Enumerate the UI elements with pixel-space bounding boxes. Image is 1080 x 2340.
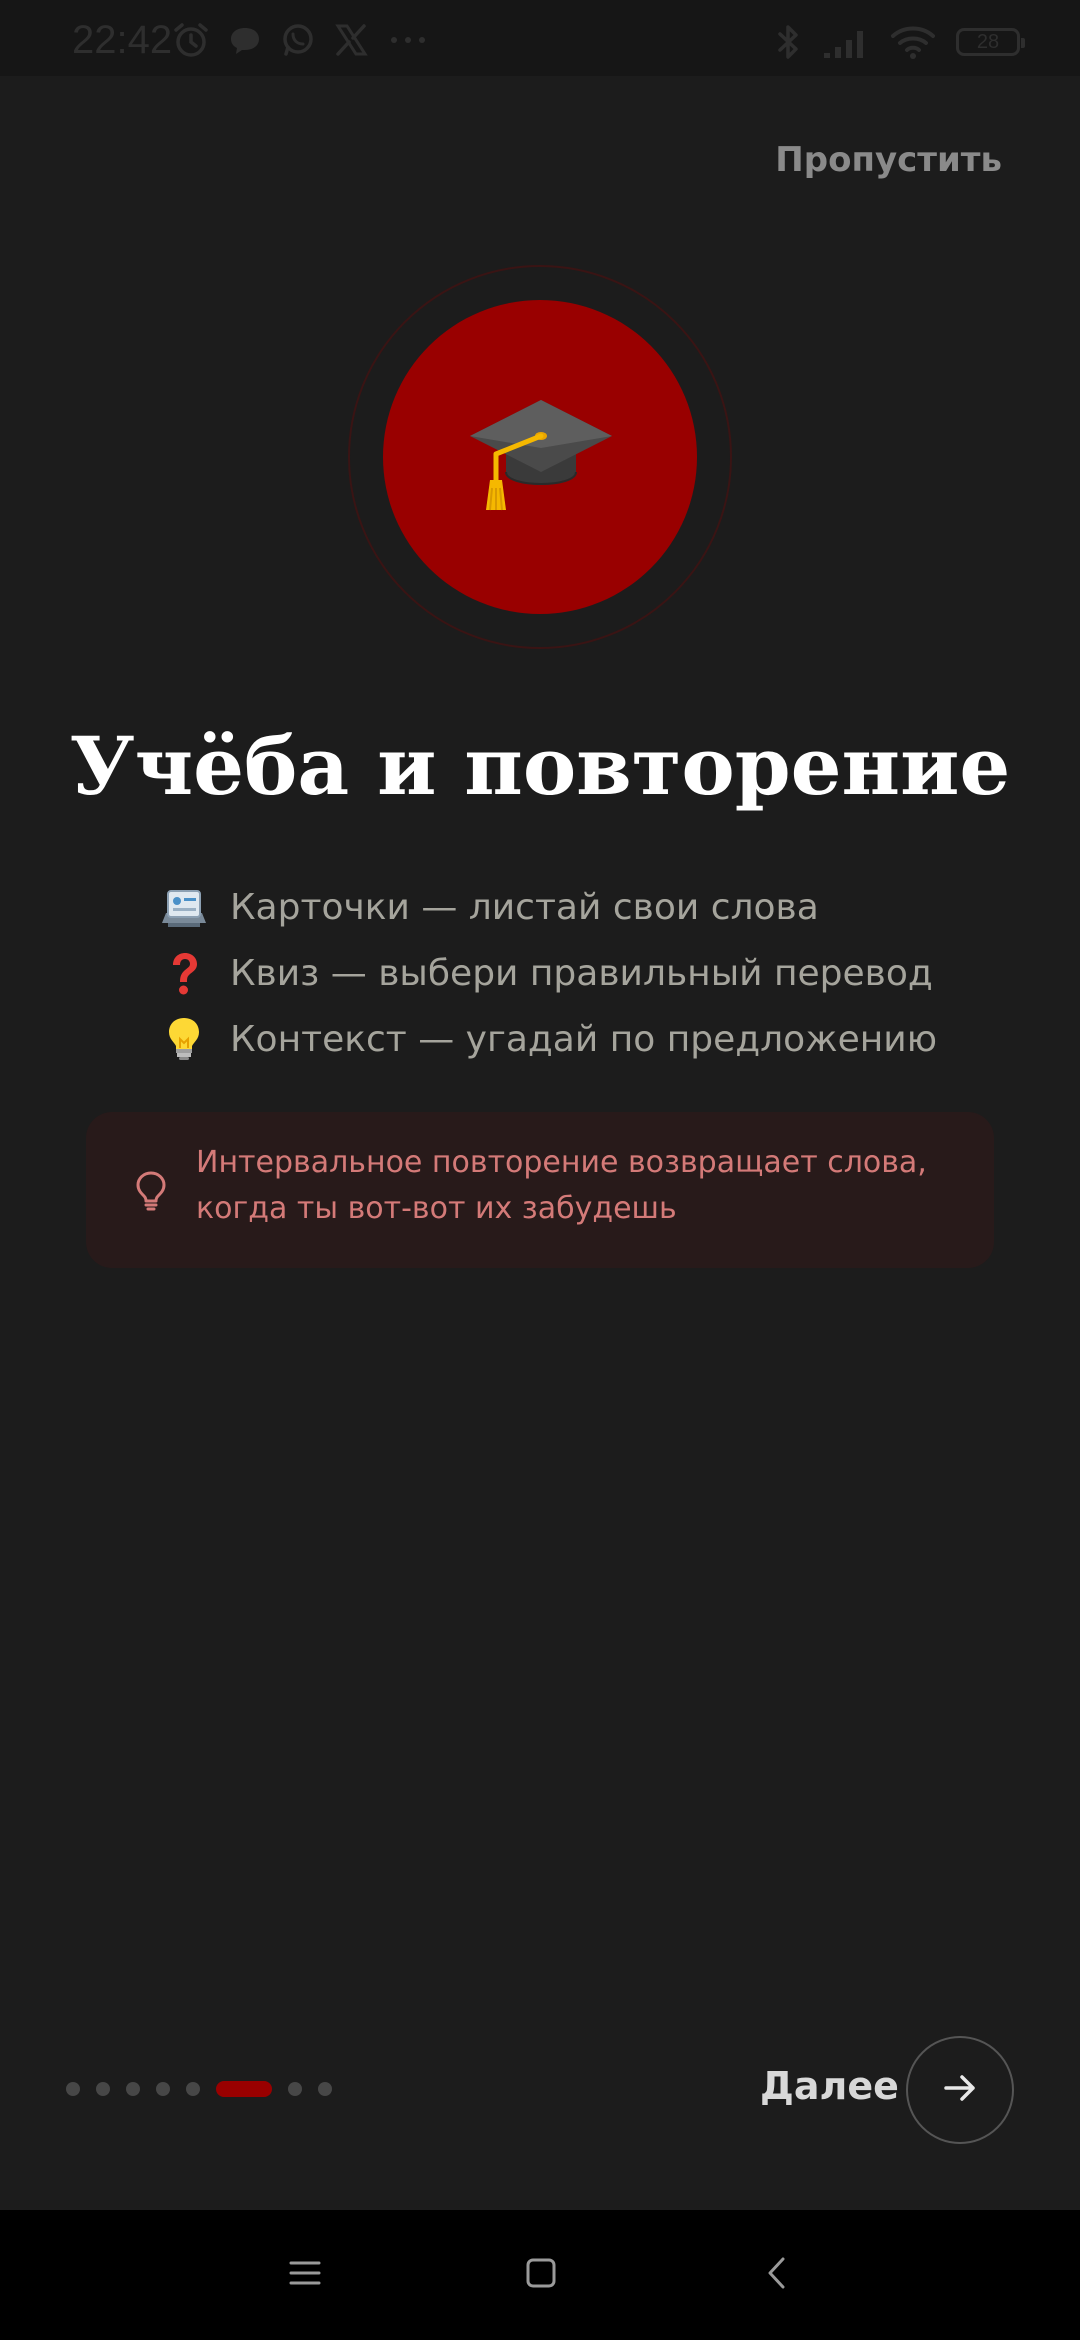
menu-icon [288, 2258, 322, 2292]
back-button[interactable] [752, 2250, 802, 2300]
home-button[interactable] [516, 2250, 566, 2300]
card-index-icon [160, 883, 208, 931]
light-bulb-icon [160, 1015, 208, 1063]
bluetooth-icon [776, 23, 802, 61]
page-dot [156, 2082, 170, 2096]
page-dot [288, 2082, 302, 2096]
navigation-bar [0, 2210, 1080, 2340]
page-dot-active [216, 2081, 272, 2097]
page-dot [126, 2082, 140, 2096]
x-logo-icon [334, 23, 368, 57]
feature-text: Контекст — угадай по предложению [230, 1018, 937, 1060]
chevron-left-icon [762, 2254, 792, 2296]
page-title: Учёба и повторение [69, 719, 1011, 813]
status-time: 22:42 [72, 18, 173, 62]
tip-card: Интервальное повторение возвращает слова… [86, 1112, 994, 1268]
feature-text: Квиз — выбери правильный перевод [230, 952, 933, 994]
feature-list: Карточки — листай свои слова Квиз — выбе… [160, 874, 1020, 1072]
page-dot [66, 2082, 80, 2096]
feature-text: Карточки — листай свои слова [230, 886, 819, 928]
arrow-right-icon [940, 2068, 980, 2112]
page-dot [186, 2082, 200, 2096]
wifi-icon [890, 24, 936, 60]
feature-item-quiz: Квиз — выбери правильный перевод [160, 940, 1020, 1006]
pagination [66, 2079, 332, 2099]
skip-button[interactable]: Пропустить [775, 140, 1002, 180]
question-mark-icon [160, 949, 208, 997]
status-bar: 22:42 28 [0, 0, 1080, 76]
status-notification-icons [172, 20, 430, 60]
alarm-icon [172, 21, 210, 59]
page-dot [96, 2082, 110, 2096]
page-dot [318, 2082, 332, 2096]
lightbulb-outline-icon [134, 1170, 168, 1212]
more-icon [386, 30, 430, 50]
whatsapp-icon [280, 22, 316, 58]
feature-item-context: Контекст — угадай по предложению [160, 1006, 1020, 1072]
recent-apps-button[interactable] [280, 2250, 330, 2300]
next-label[interactable]: Далее [760, 2064, 899, 2108]
status-system-icons: 28 [776, 22, 1025, 62]
home-square-icon [524, 2256, 558, 2294]
next-button[interactable] [906, 2036, 1014, 2144]
feature-item-flashcards: Карточки — листай свои слова [160, 874, 1020, 940]
battery-indicator: 28 [956, 28, 1025, 56]
tip-text: Интервальное повторение возвращает слова… [196, 1145, 927, 1226]
signal-icon [822, 25, 870, 59]
chat-bubble-icon [228, 23, 262, 57]
graduation-cap-icon [466, 392, 616, 532]
